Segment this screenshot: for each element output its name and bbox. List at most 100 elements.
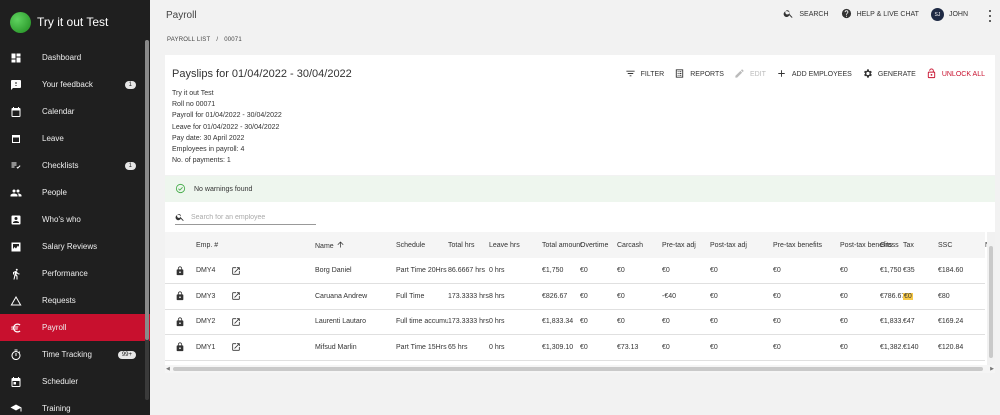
sidebar-item-performance[interactable]: Performance [0,260,150,287]
cell-value: €0 [840,267,848,274]
add-employees-button[interactable]: ADD EMPLOYEES [776,68,852,81]
scroll-right-icon[interactable]: ▶ [990,366,994,372]
table-row[interactable]: DMY2 Laurenti Lautaro Full time accumulate… [165,309,985,335]
employee-search-input[interactable] [191,214,311,221]
more-vert-icon[interactable] [988,10,992,22]
sidebar-item-scheduler[interactable]: Scheduler [0,368,150,395]
cell-pre-tax-benefits: €0 [773,284,840,310]
scroll-left-icon[interactable]: ◀ [166,366,170,372]
cell-value: €0 [710,343,718,351]
column-header[interactable]: Schedule [396,232,448,258]
sidebar-item-salary-reviews[interactable]: Salary Reviews [0,233,150,260]
sidebar-item-people[interactable]: People [0,179,150,206]
search-button[interactable]: SEARCH [783,8,829,21]
breadcrumb: PAYROLL LIST / 00071 [167,37,242,43]
column-header[interactable]: Emp. # [196,232,227,258]
sidebar-item-dashboard[interactable]: Dashboard [0,44,150,71]
column-header[interactable]: Carcash [617,232,662,258]
column-header[interactable]: Post-tax benefits [840,232,892,258]
table-horizontal-scroll-thumb[interactable] [173,367,983,371]
table-row[interactable]: DMY4 Borg Daniel Part Time 20Hrs 86.6667 hr… [165,258,985,284]
help-button[interactable]: HELP & LIVE CHAT [841,8,919,21]
sidebar-item-checklists[interactable]: Checklists 1 [0,152,150,179]
column-header[interactable]: Pre-tax benefits [773,232,840,258]
breadcrumb-parent[interactable]: PAYROLL LIST [167,37,210,43]
cell-value: €0 [773,343,781,351]
generate-button[interactable]: GENERATE [862,68,916,81]
sidebar-item-label: Scheduler [42,377,79,386]
cell-name: Laurenti Lautaro [315,309,396,335]
sidebar-scroll-thumb[interactable] [145,40,149,340]
cell-post-tax-benefits: €0 [840,284,880,310]
column-header[interactable]: Total amount [542,232,582,258]
sidebar-item-time-tracking[interactable]: Time Tracking 99+ [0,341,150,368]
table-horizontal-scrollbar[interactable]: ◀ ▶ [165,365,995,373]
cell-tax: €140 [903,335,938,361]
sidebar-item-requests[interactable]: Requests [0,287,150,314]
column-header[interactable]: Name [315,232,396,258]
sort-ascending-icon[interactable] [334,241,345,250]
table-row[interactable]: DMY3 Caruana Andrew Full Time 173.3333 hrs 8… [165,284,985,310]
column-header[interactable]: Overtime [580,232,617,258]
open-in-new-icon[interactable] [227,309,315,335]
column-header[interactable]: Gross [880,232,903,258]
column-header[interactable]: Pre-tax adj [662,232,710,258]
column-header[interactable]: Leave hrs [489,232,542,258]
brand[interactable]: Try it out Test [0,0,150,44]
open-in-new-icon[interactable] [227,335,315,361]
sidebar-item-label: Who's who [42,215,81,224]
column-header-label: Overtime [580,241,609,249]
lock-icon[interactable] [165,258,196,284]
help-label: HELP & LIVE CHAT [856,11,919,18]
column-header[interactable]: Tax [903,232,938,258]
cell-value: €786.67 [880,292,903,300]
user-menu[interactable]: SJ JOHN [930,8,968,21]
column-header[interactable]: Post-tax adj [710,232,773,258]
open-in-new-icon[interactable] [227,258,315,284]
sidebar-item-leave[interactable]: Leave [0,125,150,152]
cell-value: 86.6667 hrs [448,267,485,274]
sidebar-item-label: Your feedback [42,80,93,89]
table-vertical-scroll-thumb[interactable] [989,246,993,358]
badge-icon [10,214,22,226]
cell-value: €0 [773,292,781,300]
column-header[interactable]: SSC [938,232,985,258]
cell-total-amount: €1,309.10 [542,335,580,361]
sidebar-item-training[interactable]: Training [0,395,150,415]
brand-logo-icon [10,11,31,33]
cell-pre-tax-adj: €0 [662,335,710,361]
reports-button[interactable]: REPORTS [674,68,724,81]
table-row[interactable]: DMY1 Mifsud Marlin Part Time 15Hrs 65 hrs 0 … [165,335,985,361]
sidebar: Try it out Test Dashboard Your feedback 1 C… [0,0,150,415]
lock-icon[interactable] [165,309,196,335]
column-header[interactable]: Total hrs [448,232,489,258]
lock-icon[interactable] [165,284,196,310]
count-badge: 1 [124,161,136,170]
header-lock-column [165,232,196,258]
column-header-label: Pre-tax adj [662,241,696,249]
cell-pre-tax-adj: €0 [662,258,710,284]
sidebar-item-calendar[interactable]: Calendar [0,98,150,125]
pencil-icon [734,68,745,81]
cell-schedule: Full time accumulate [396,309,448,335]
table-vertical-scrollbar[interactable] [987,232,995,365]
cell-total-hrs: 65 hrs [448,335,489,361]
cell-pre-tax-benefits: €0 [773,335,840,361]
edit-button[interactable]: EDIT [734,68,766,81]
column-header-label: Gross [880,241,899,249]
unlock-all-button[interactable]: UNLOCK ALL [926,68,985,81]
filter-button[interactable]: FILTER [625,68,664,81]
open-in-new-icon[interactable] [227,284,315,310]
generate-label: GENERATE [877,71,916,78]
cell-value: €0 [773,267,781,274]
cell-value: Part Time 15Hrs [396,343,447,351]
triangle-icon [10,295,22,307]
cell-emp: DMY1 [196,335,227,361]
sidebar-item-label: Calendar [42,107,75,116]
cell-value: Part Time 20Hrs [396,267,447,274]
column-header-label: Pre-tax benefits [773,241,823,249]
sidebar-item-who-s-who[interactable]: Who's who [0,206,150,233]
sidebar-item-payroll[interactable]: Payroll [0,314,150,341]
sidebar-item-your-feedback[interactable]: Your feedback 1 [0,71,150,98]
lock-icon[interactable] [165,335,196,361]
